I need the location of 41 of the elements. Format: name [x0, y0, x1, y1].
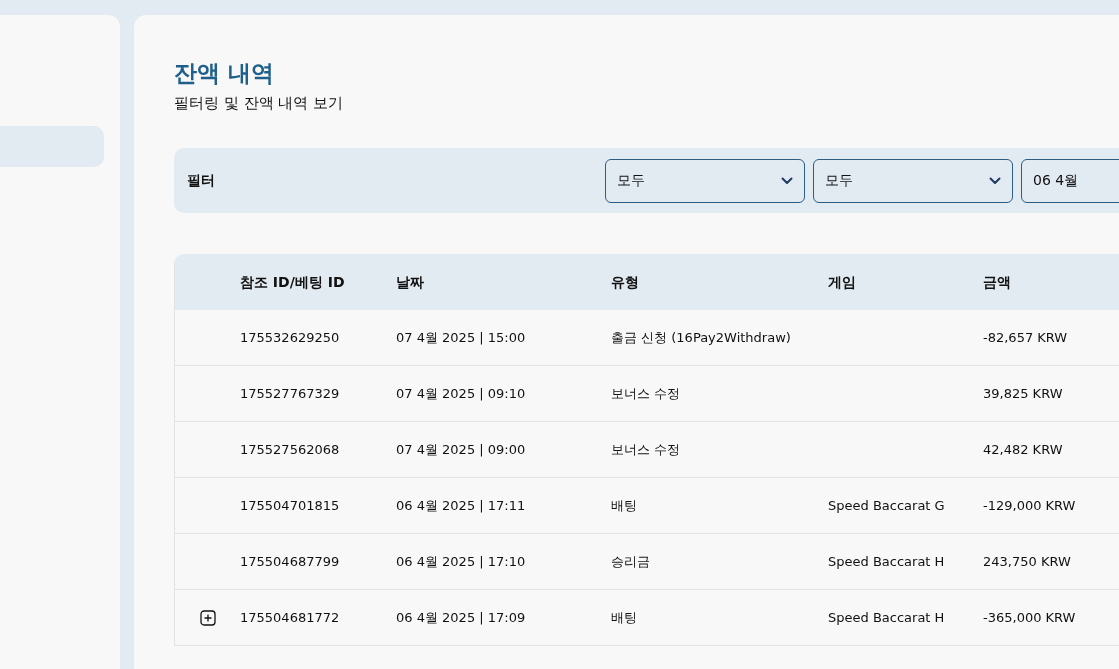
- table-cell: Speed Baccarat H: [828, 609, 945, 625]
- column-header: 금액: [983, 272, 1012, 292]
- table-cell: 승리금: [611, 553, 650, 569]
- table-cell: 175504701815: [240, 497, 340, 513]
- table-cell: 39,825 KRW: [983, 385, 1063, 401]
- table-cell: 06 4월 2025 | 17:09: [396, 609, 526, 625]
- column-header: 날짜: [396, 272, 425, 292]
- table-cell: -82,657 KRW: [983, 329, 1068, 345]
- table-cell: 배팅: [611, 497, 637, 513]
- column-header: 참조 ID/베팅 ID: [240, 272, 346, 292]
- table-cell: 보너스 수정: [611, 441, 681, 457]
- table-cell: 출금 신청 (16Pay2Withdraw): [611, 329, 791, 345]
- table-cell: 07 4월 2025 | 09:00: [396, 441, 526, 457]
- table-cell: 175504681772: [240, 609, 340, 625]
- filter-label: 필터: [187, 171, 216, 190]
- table-cell: 07 4월 2025 | 15:00: [396, 329, 526, 345]
- table-cell: -129,000 KRW: [983, 497, 1076, 513]
- table-cell: Speed Baccarat H: [828, 553, 945, 569]
- table-cell: 175527767329: [240, 385, 340, 401]
- table-cell: Speed Baccarat G: [828, 497, 945, 513]
- column-header: 게임: [828, 272, 857, 292]
- page-subtitle: 필터링 및 잔액 내역 보기: [174, 93, 345, 113]
- table-cell: 175527562068: [240, 441, 340, 457]
- date-field[interactable]: 06 4월: [1021, 158, 1119, 203]
- table-cell: 175532629250: [240, 329, 340, 345]
- dropdown-select[interactable]: 모두: [605, 158, 805, 203]
- table-cell: -365,000 KRW: [983, 609, 1076, 625]
- table-cell: 06 4월 2025 | 17:10: [396, 553, 526, 569]
- dropdown-select[interactable]: 모두: [813, 158, 1013, 203]
- chevron-down-icon: [989, 176, 1001, 185]
- table-cell: 보너스 수정: [611, 385, 681, 401]
- table-cell: 42,482 KRW: [983, 441, 1063, 457]
- table-cell: 배팅: [611, 609, 637, 625]
- chevron-down-icon: [781, 176, 793, 185]
- table-cell: 175504687799: [240, 553, 340, 569]
- table-cell: 243,750 KRW: [983, 553, 1071, 569]
- column-header: 유형: [611, 272, 640, 292]
- table-cell: 06 4월 2025 | 17:11: [396, 497, 526, 513]
- page-title: 잔액 내역: [174, 59, 275, 87]
- expand-plus-icon[interactable]: [199, 609, 216, 626]
- table-cell: 07 4월 2025 | 09:10: [396, 385, 526, 401]
